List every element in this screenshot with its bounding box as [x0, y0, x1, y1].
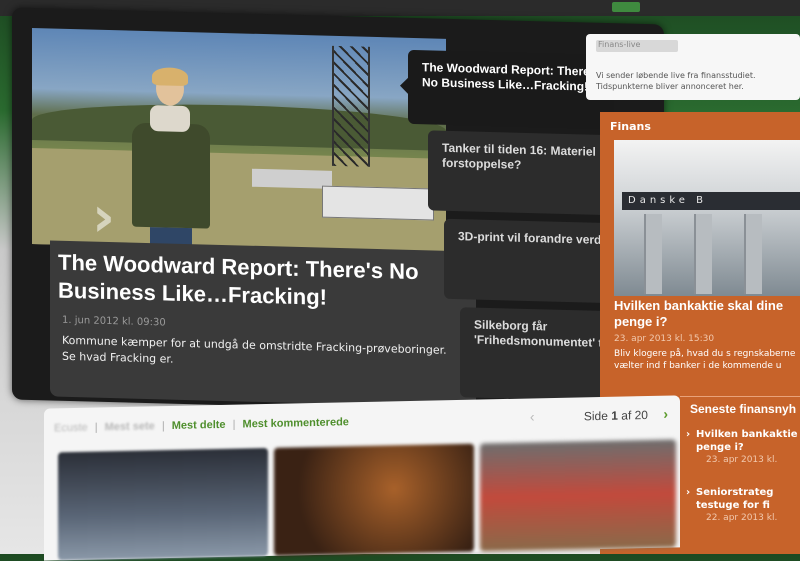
- finans-date: 23. apr 2013 kl. 15:30: [614, 334, 715, 344]
- latest-item[interactable]: › Seniorstrateg testuge for fi 22. apr 2…: [686, 486, 800, 525]
- bank-sign: Danske B: [622, 192, 800, 210]
- latest-item-title: Seniorstrateg testuge for fi: [696, 487, 774, 511]
- tab-most-shared[interactable]: Mest delte: [172, 419, 226, 432]
- section-label[interactable]: Finans: [610, 120, 651, 133]
- latest-item[interactable]: › Hvilken bankaktie penge i? 23. apr 201…: [686, 428, 800, 467]
- notice-text: Vi sender løbende live fra finansstudiet…: [596, 71, 756, 91]
- page-current: 1: [611, 408, 618, 423]
- tab-bar: Ecuste | Mest sete | Mest delte | Mest k…: [54, 416, 349, 435]
- story-item-active[interactable]: The Woodward Report: There's No Business…: [408, 49, 614, 130]
- tab-recent[interactable]: Ecuste: [54, 422, 88, 435]
- bank-photo[interactable]: Danske B: [614, 140, 800, 296]
- most-popular-panel: Ecuste | Mest sete | Mest delte | Mest k…: [44, 395, 680, 561]
- chevron-left-icon[interactable]: ‹: [530, 408, 535, 424]
- tab-most-commented[interactable]: Mest kommenterede: [243, 416, 349, 430]
- featured-carousel: › The Woodward Report: There's No Busine…: [12, 7, 666, 417]
- latest-item-title: Hvilken bankaktie penge i?: [696, 429, 798, 453]
- reporter: [128, 67, 214, 253]
- notice-heading: Finans-live: [596, 40, 678, 52]
- chevron-right-icon[interactable]: ›: [663, 406, 668, 422]
- chevron-right-icon: ›: [686, 487, 691, 498]
- divider: [680, 396, 800, 397]
- live-notice: Finans-live Vi sender løbende live fra f…: [586, 34, 800, 100]
- story-item-label: 3D-print vil forandre verden: [458, 229, 616, 248]
- hero-description: Kommune kæmper for at undgå de omstridte…: [62, 333, 447, 366]
- thumbnail[interactable]: [480, 439, 676, 552]
- latest-heading: Seneste finansnyh: [690, 402, 797, 416]
- hero-caption[interactable]: The Woodward Report: There's No Business…: [50, 240, 476, 408]
- page-label: Side: [583, 408, 608, 424]
- chevron-right-icon: ›: [686, 429, 691, 440]
- hero-date: 1. jun 2012 kl. 09:30: [62, 314, 166, 329]
- thumbnail[interactable]: [58, 447, 268, 561]
- story-item-label: Tanker til tiden 16: Materiel forstoppel…: [442, 140, 596, 172]
- drilling-rig: [332, 45, 370, 167]
- pager: ‹ Side 1 af 20 ›: [530, 406, 668, 425]
- finans-description: Bliv klogere på, hvad du s regnskaberne …: [614, 349, 796, 371]
- latest-item-date: 23. apr 2013 kl.: [706, 455, 778, 465]
- page-total: af 20: [621, 408, 648, 423]
- hero-title[interactable]: The Woodward Report: There's No Business…: [58, 249, 468, 316]
- play-arrow-icon[interactable]: ›: [92, 185, 132, 251]
- story-item-label: The Woodward Report: There's No Business…: [422, 60, 600, 94]
- top-bar-button[interactable]: [612, 2, 640, 12]
- hero-image[interactable]: ›: [32, 27, 446, 255]
- tab-most-viewed[interactable]: Mest sete: [105, 420, 155, 433]
- latest-item-date: 22. apr 2013 kl.: [706, 513, 778, 523]
- thumbnail[interactable]: [274, 443, 474, 556]
- building: [322, 185, 434, 221]
- finans-headline[interactable]: Hvilken bankaktie skal dine penge i?: [614, 298, 800, 330]
